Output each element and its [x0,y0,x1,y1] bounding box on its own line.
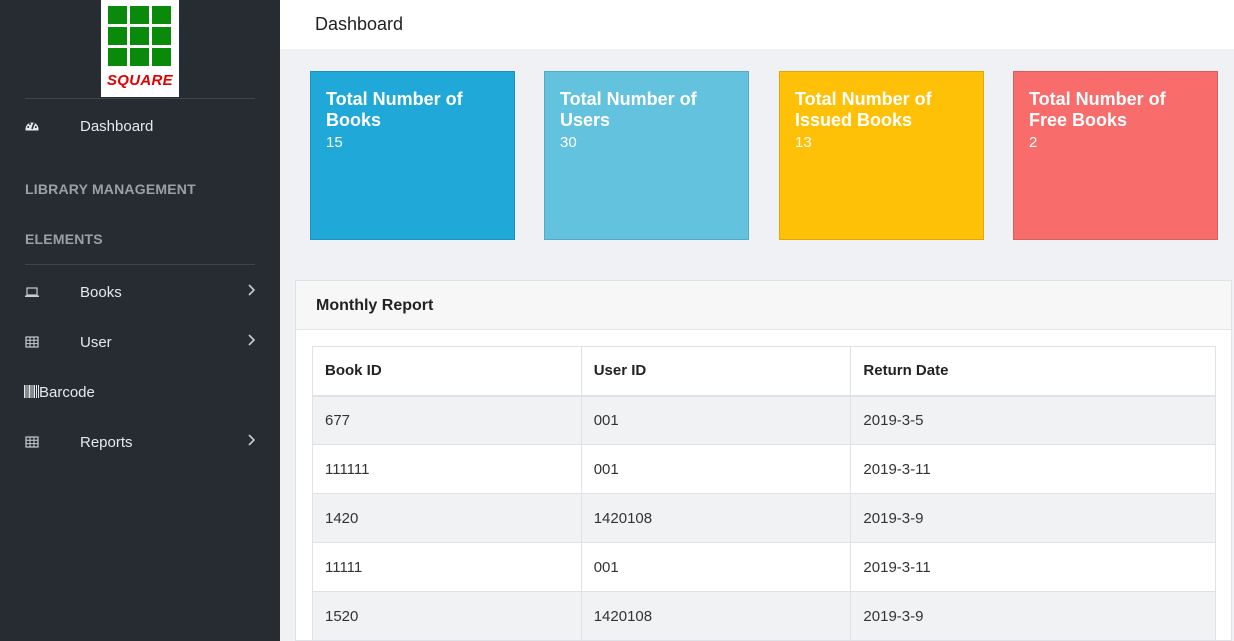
sidebar-item-reports[interactable]: Reports [0,428,280,458]
page-title: Dashboard [315,14,404,34]
cell-user-id: 1420108 [580,493,852,543]
sidebar-item-label: Reports [80,434,133,451]
table-icon [24,334,40,350]
sidebar-item-label: Dashboard [80,118,154,135]
logo-grid-icon [108,6,172,68]
header: Dashboard [280,0,1234,49]
sidebar-divider [25,264,255,265]
cell-book-id: 1420 [312,493,582,543]
cell-book-id: 111111 [312,444,582,494]
stat-card-value: 13 [795,134,812,151]
chevron-right-icon [247,433,257,450]
cell-book-id: 1520 [312,591,582,641]
table-icon [24,434,40,450]
cell-user-id: 001 [580,444,852,494]
sidebar-item-label: Barcode [39,384,95,401]
column-header-return-date[interactable]: Return Date [850,346,1216,397]
column-header-user-id[interactable]: User ID [580,346,852,397]
stat-card-title: Total Number of Books [326,89,463,130]
barcode-item: Barcode [24,384,95,401]
cell-book-id: 677 [312,395,582,445]
sidebar: SQUARE Dashboard LIBRARY MANAGEMENT ELEM… [0,0,280,641]
stat-card-issued-books[interactable]: Total Number of Issued Books 13 [779,71,984,240]
cell-return-date: 2019-3-9 [850,493,1216,543]
section-title-library: LIBRARY MANAGEMENT [25,181,196,197]
monthly-report-panel: Monthly Report Book ID User ID Return Da… [295,280,1232,641]
stat-card-users[interactable]: Total Number of Users 30 [544,71,749,240]
section-title-elements: ELEMENTS [25,231,103,247]
panel-header: Monthly Report [296,281,1231,330]
stat-card-title: Total Number of Free Books [1029,89,1166,130]
cell-return-date: 2019-3-9 [850,591,1216,641]
sidebar-item-user[interactable]: User [0,328,280,358]
stat-card-free-books[interactable]: Total Number of Free Books 2 [1013,71,1218,240]
stat-card-value: 2 [1029,134,1038,151]
cell-return-date: 2019-3-5 [850,395,1216,445]
table-row: 1520 1420108 2019-3-9 [312,591,1216,641]
cell-user-id: 1420108 [580,591,852,641]
stat-card-title: Total Number of Users [560,89,697,130]
stat-card-title: Total Number of Issued Books [795,89,932,130]
table-row: 677 001 2019-3-5 [312,395,1216,445]
cell-user-id: 001 [580,542,852,592]
cell-return-date: 2019-3-11 [850,542,1216,592]
logo[interactable]: SQUARE [101,0,179,97]
sidebar-item-barcode[interactable]: Barcode [0,378,280,408]
table-header-row: Book ID User ID Return Date [312,346,1216,397]
cell-return-date: 2019-3-11 [850,444,1216,494]
cell-book-id: 11111 [312,542,582,592]
sidebar-divider [25,98,255,99]
cell-user-id: 001 [580,395,852,445]
chevron-right-icon [247,333,257,350]
dashboard-gauge-icon [24,118,40,134]
sidebar-item-dashboard[interactable]: Dashboard [0,112,280,142]
sidebar-item-label: Books [80,284,122,301]
stat-card-value: 15 [326,134,343,151]
sidebar-item-label: User [80,334,112,351]
logo-text: SQUARE [107,72,173,89]
stat-card-books[interactable]: Total Number of Books 15 [310,71,515,240]
table-row: 1420 1420108 2019-3-9 [312,493,1216,543]
report-table: Book ID User ID Return Date 677 001 2019… [312,346,1216,641]
column-header-book-id[interactable]: Book ID [312,346,582,397]
chevron-right-icon [247,283,257,300]
panel-title: Monthly Report [316,297,434,314]
sidebar-item-books[interactable]: Books [0,278,280,308]
table-row: 111111 001 2019-3-11 [312,444,1216,494]
table-row: 11111 001 2019-3-11 [312,542,1216,592]
barcode-icon [24,385,39,398]
laptop-icon [24,284,40,300]
stat-card-value: 30 [560,134,577,151]
